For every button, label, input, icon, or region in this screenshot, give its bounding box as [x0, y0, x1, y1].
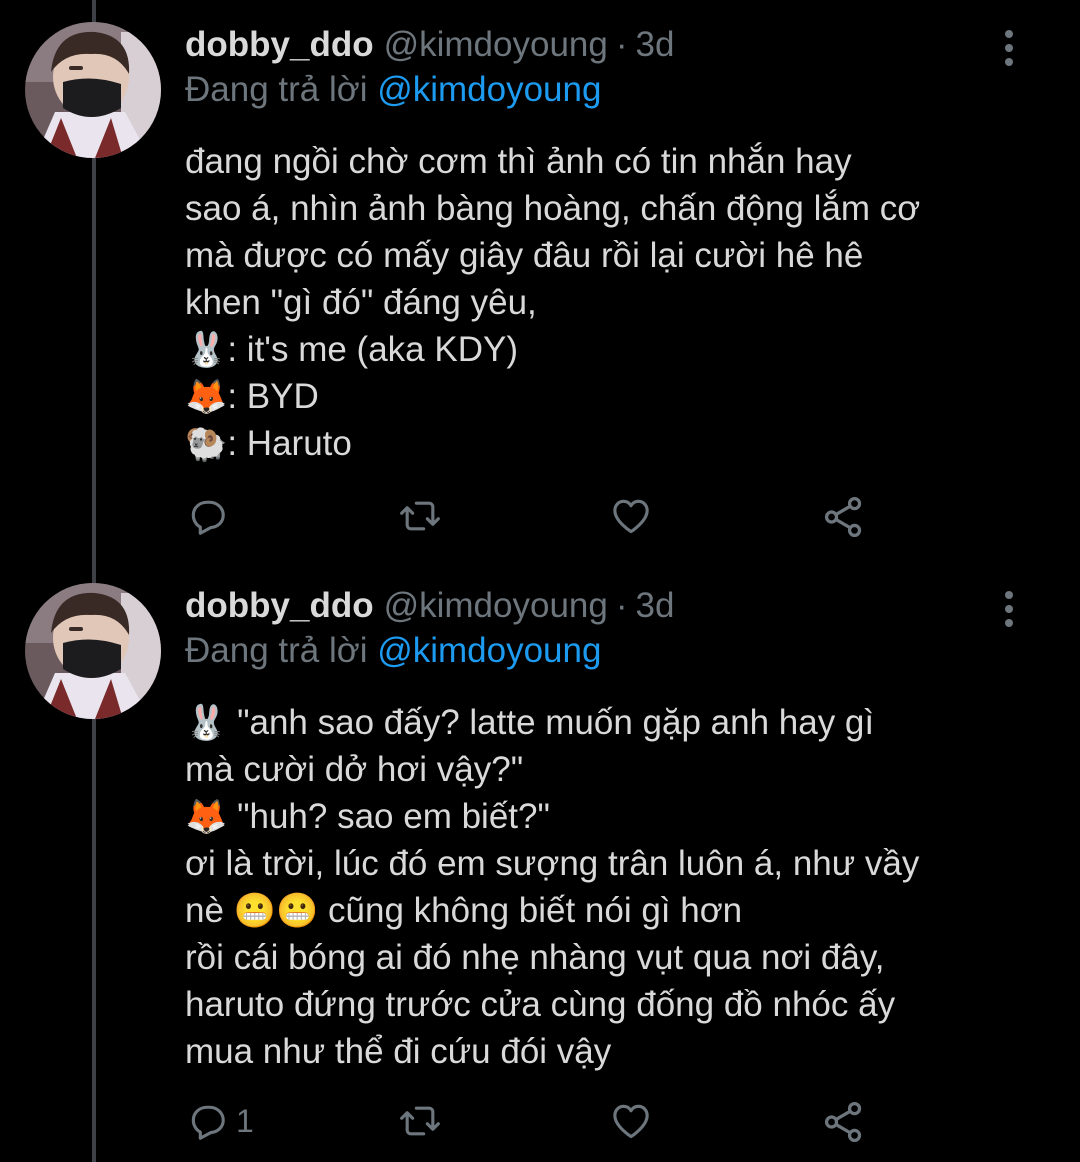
author-name[interactable]: dobby_ddo — [185, 586, 374, 626]
author-name[interactable]: dobby_ddo — [185, 25, 374, 65]
more-options-icon[interactable] — [1001, 28, 1017, 68]
tweet-line: sao á, nhìn ảnh bàng hoàng, chấn động lắ… — [185, 189, 921, 228]
avatar[interactable] — [25, 22, 161, 158]
tweet-line: 🐰 "anh sao đấy? latte muốn gặp anh hay g… — [185, 699, 1045, 746]
rabbit-emoji: 🐰 — [185, 330, 228, 370]
reply-button[interactable]: 1 — [186, 1099, 254, 1143]
tweet-line: 🐏: Haruto — [185, 420, 1045, 467]
tweet-line-text: "huh? sao em biết?" — [227, 797, 550, 836]
replying-mention[interactable]: @kimdoyoung — [377, 631, 601, 670]
replying-to: Đang trả lời @kimdoyoung — [185, 631, 601, 671]
separator: · — [615, 586, 628, 625]
tweet-actions — [0, 494, 1080, 544]
author-handle[interactable]: @kimdoyoung — [384, 586, 608, 626]
share-icon — [824, 1101, 862, 1143]
reply-icon — [191, 500, 225, 535]
tweet-line-text: cũng không biết nói gì hơn — [318, 891, 743, 930]
grimacing-emoji: 😬😬 — [233, 891, 319, 931]
tweet-header: dobby_ddo @kimdoyoung · 3d — [185, 22, 674, 68]
tweet-header: dobby_ddo @kimdoyoung · 3d — [185, 583, 674, 629]
like-button[interactable] — [608, 494, 660, 538]
rabbit-emoji: 🐰 — [185, 703, 228, 743]
tweet-line-prefix: nè — [185, 891, 234, 930]
tweet-line: ơi là trời, lúc đó em sượng trân luôn á,… — [185, 844, 920, 883]
ram-emoji: 🐏 — [185, 424, 228, 464]
retweet-icon — [400, 1106, 440, 1136]
replying-prefix: Đang trả lời — [185, 70, 368, 109]
retweet-button[interactable] — [398, 494, 448, 538]
share-button[interactable] — [821, 1099, 867, 1145]
tweet-line: mua như thể đi cứu đói vậy — [185, 1032, 612, 1071]
fox-emoji: 🦊 — [185, 377, 228, 417]
tweet-line: mà được có mấy giây đâu rồi lại cười hê … — [185, 236, 864, 275]
heart-icon — [613, 1104, 649, 1139]
retweet-icon — [400, 501, 440, 531]
tweet-text: 🐰 "anh sao đấy? latte muốn gặp anh hay g… — [185, 699, 1045, 1075]
reply-icon — [191, 1105, 225, 1140]
tweet-line: rồi cái bóng ai đó nhẹ nhàng vụt qua nơi… — [185, 938, 885, 977]
fox-emoji: 🦊 — [185, 797, 228, 837]
tweet-actions: 1 — [0, 1099, 1080, 1149]
timestamp[interactable]: 3d — [636, 25, 675, 65]
tweet-line: khen "gì đó" đáng yêu, — [185, 283, 537, 322]
tweet-line: 🦊 "huh? sao em biết?" — [185, 793, 1045, 840]
replying-prefix: Đang trả lời — [185, 631, 368, 670]
tweet-line: mà cười dở hơi vậy?" — [185, 750, 524, 789]
tweet-line: haruto đứng trước cửa cùng đống đồ nhóc … — [185, 985, 896, 1024]
tweet-line: đang ngồi chờ cơm thì ảnh có tin nhắn ha… — [185, 142, 852, 181]
tweet-line: 🐰: it's me (aka KDY) — [185, 326, 1045, 373]
replying-to: Đang trả lời @kimdoyoung — [185, 70, 601, 110]
separator: · — [615, 25, 628, 64]
replying-mention[interactable]: @kimdoyoung — [377, 70, 601, 109]
tweet-line-text: : BYD — [227, 377, 319, 416]
heart-icon — [613, 499, 649, 534]
timestamp[interactable]: 3d — [636, 586, 675, 626]
like-button[interactable] — [608, 1099, 660, 1143]
more-options-icon[interactable] — [1001, 589, 1017, 629]
author-handle[interactable]: @kimdoyoung — [384, 25, 608, 65]
tweet-line: 🦊: BYD — [185, 373, 1045, 420]
avatar[interactable] — [25, 583, 161, 719]
reply-count: 1 — [236, 1102, 254, 1139]
reply-button[interactable] — [186, 494, 236, 538]
share-icon — [824, 496, 862, 538]
tweet-text: đang ngồi chờ cơm thì ảnh có tin nhắn ha… — [185, 138, 1045, 467]
tweet-line-text: : Haruto — [227, 424, 352, 463]
tweet-line: nè 😬😬 cũng không biết nói gì hơn — [185, 887, 1045, 934]
retweet-button[interactable] — [398, 1099, 448, 1143]
tweet[interactable]: dobby_ddo @kimdoyoung · 3d Đang trả lời … — [0, 22, 1080, 562]
tweet[interactable]: dobby_ddo @kimdoyoung · 3d Đang trả lời … — [0, 583, 1080, 1162]
tweet-line-text: : it's me (aka KDY) — [227, 330, 518, 369]
share-button[interactable] — [821, 494, 867, 540]
tweet-line-text: "anh sao đấy? latte muốn gặp anh hay gì — [227, 703, 875, 742]
